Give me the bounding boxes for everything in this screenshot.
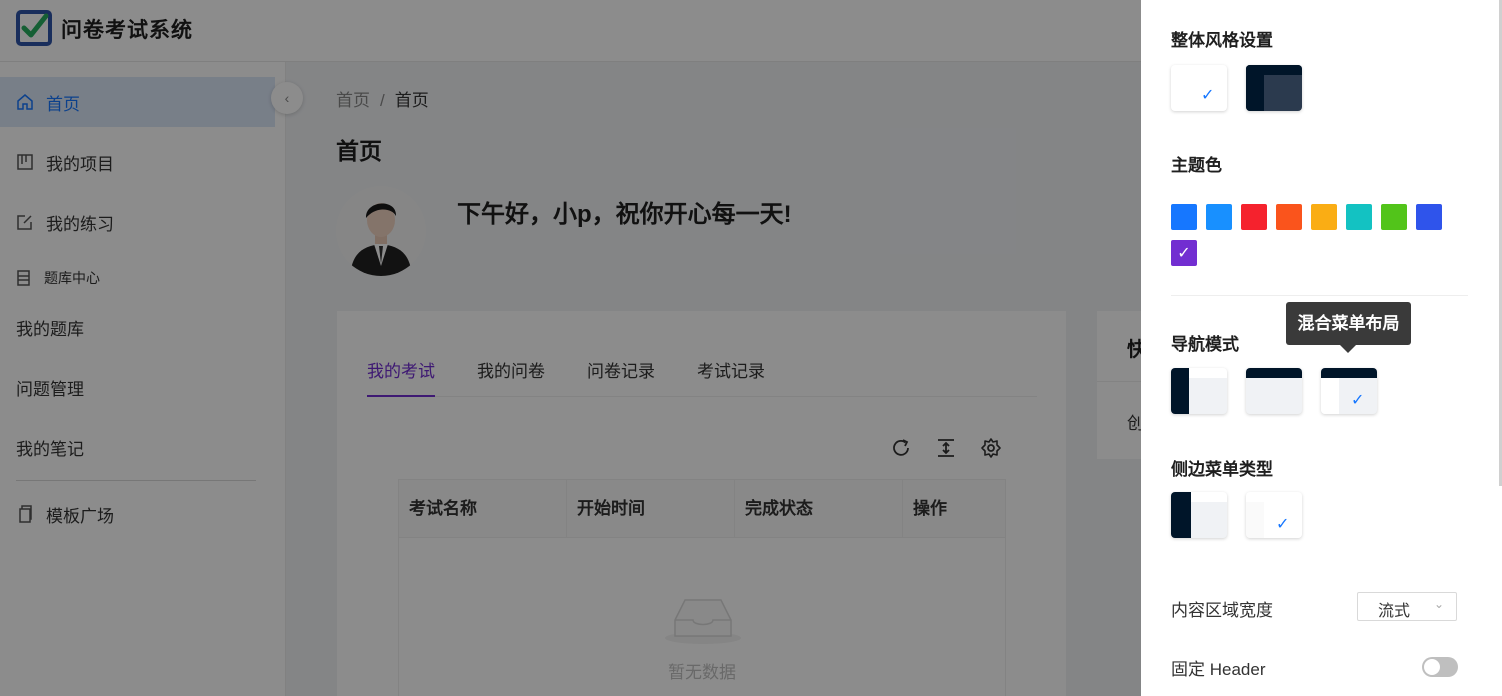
fixed-header-toggle[interactable]: [1422, 657, 1458, 677]
toggle-knob: [1424, 659, 1440, 675]
theme-color-swatch[interactable]: [1171, 204, 1197, 230]
top-strip: [1246, 368, 1302, 378]
drawer-overlay-mask[interactable]: [0, 0, 1141, 696]
top-strip: [1246, 492, 1302, 502]
check-icon: ✓: [1351, 392, 1365, 409]
theme-color-swatch[interactable]: [1381, 204, 1407, 230]
style-settings-title: 整体风格设置: [1171, 31, 1273, 50]
top-strip: [1191, 492, 1227, 502]
content-width-value: 流式: [1378, 603, 1411, 620]
tooltip: 混合菜单布局: [1286, 302, 1411, 345]
top-strip: [1189, 368, 1227, 378]
theme-color-swatch[interactable]: [1311, 204, 1337, 230]
theme-color-swatch[interactable]: [1346, 204, 1372, 230]
side-strip: [1246, 502, 1264, 538]
theme-color-swatch[interactable]: [1206, 204, 1232, 230]
nav-mode-top[interactable]: [1246, 368, 1302, 414]
side-menu-type-dark[interactable]: [1171, 492, 1227, 538]
side-strip: [1171, 368, 1189, 414]
content-width-select[interactable]: 流式 ⌄: [1357, 592, 1457, 621]
check-icon: ✓: [1201, 87, 1215, 104]
fixed-header-label: 固定 Header: [1171, 660, 1266, 679]
check-icon: ✓: [1177, 245, 1191, 262]
side-menu-type-light[interactable]: ✓: [1246, 492, 1302, 538]
content-width-label: 内容区域宽度: [1171, 601, 1273, 620]
theme-color-swatch[interactable]: [1276, 204, 1302, 230]
theme-color-swatch[interactable]: [1241, 204, 1267, 230]
theme-color-title: 主题色: [1171, 156, 1222, 175]
style-option-light[interactable]: ✓: [1171, 65, 1227, 111]
drawer-divider: [1171, 295, 1468, 296]
side-menu-type-title: 侧边菜单类型: [1171, 460, 1273, 479]
theme-color-swatch[interactable]: [1416, 204, 1442, 230]
nav-mode-side[interactable]: [1171, 368, 1227, 414]
tooltip-arrow: [1340, 345, 1356, 353]
chevron-down-icon: ⌄: [1434, 597, 1445, 611]
top-strip: [1321, 368, 1377, 378]
settings-drawer: 整体风格设置 ✓ 主题色 ✓ 导航模式 混合菜单布局 ✓ 侧边菜单类型 ✓ 内容…: [1141, 0, 1502, 696]
nav-mode-title: 导航模式: [1171, 335, 1239, 354]
nav-mode-mix[interactable]: ✓: [1321, 368, 1377, 414]
side-strip: [1171, 492, 1191, 538]
side-strip: [1321, 378, 1339, 414]
check-icon: ✓: [1276, 516, 1290, 533]
dark-sider-strip: [1246, 65, 1264, 111]
theme-color-swatch[interactable]: ✓: [1171, 240, 1197, 266]
style-option-dark[interactable]: [1246, 65, 1302, 111]
